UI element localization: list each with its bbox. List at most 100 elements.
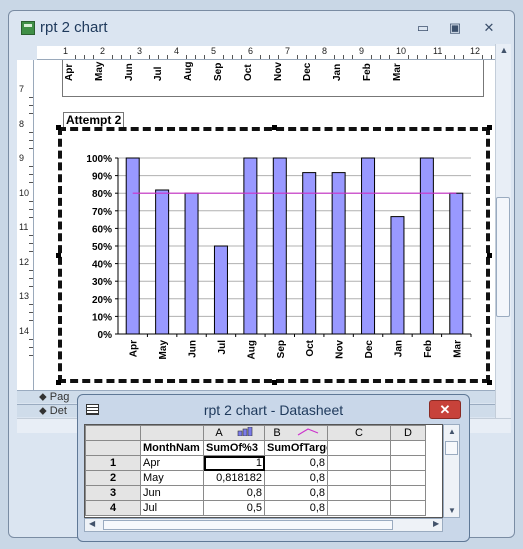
- scrollbar-thumb[interactable]: [103, 520, 393, 530]
- scroll-left-icon[interactable]: ◀: [89, 519, 95, 528]
- top-chart-month-label: Feb: [362, 63, 373, 81]
- table-cell[interactable]: 0,8: [264, 470, 328, 486]
- resize-handle[interactable]: [487, 253, 492, 258]
- corner-cell[interactable]: [85, 425, 141, 441]
- resize-handle[interactable]: [56, 125, 61, 130]
- datasheet-vertical-scrollbar[interactable]: ▲ ▼: [443, 424, 460, 518]
- table-cell[interactable]: Apr: [140, 455, 204, 471]
- ruler-tick: [29, 131, 33, 133]
- field-name-cell[interactable]: SumOfTarget: [264, 440, 328, 456]
- y-tick-label: 40%: [92, 260, 112, 271]
- column-header-b[interactable]: B: [264, 425, 328, 441]
- table-cell[interactable]: Jun: [140, 485, 204, 501]
- chart-control-selected[interactable]: 0% 10% 20% 30% 40% 50% 60% 70% 80% 90% 100% Apr May J…: [58, 127, 490, 383]
- table-cell[interactable]: [327, 485, 391, 501]
- scroll-up-icon[interactable]: ▲: [496, 45, 512, 55]
- datasheet-grid[interactable]: ABCDMonthNamSumOf%3SumOfTarget1Apr10,82M…: [84, 424, 443, 518]
- column-header-blank[interactable]: [140, 425, 204, 441]
- resize-handle[interactable]: [487, 125, 492, 130]
- table-cell[interactable]: [327, 455, 391, 471]
- table-cell[interactable]: 0,818182: [203, 470, 265, 486]
- top-chart-month-label: Apr: [64, 63, 75, 81]
- resize-handle[interactable]: [272, 380, 277, 385]
- ruler-tick: [204, 55, 205, 59]
- scrollbar-thumb[interactable]: [445, 441, 458, 455]
- resize-handle[interactable]: [487, 380, 492, 385]
- row-header[interactable]: 4: [85, 500, 141, 516]
- row-header-blank[interactable]: [85, 440, 141, 456]
- scrollbar-thumb[interactable]: [496, 197, 510, 317]
- table-cell[interactable]: [390, 455, 426, 471]
- ruler-tick: [29, 354, 33, 356]
- ruler-number: 9: [19, 153, 25, 163]
- datasheet-horizontal-scrollbar[interactable]: ◀ ▶: [84, 518, 443, 532]
- datasheet-close-button[interactable]: ✕: [429, 400, 461, 419]
- table-cell[interactable]: 0,5: [203, 500, 265, 516]
- ruler-tick: [149, 55, 150, 59]
- field-name-cell[interactable]: [327, 440, 391, 456]
- bar-series-icon: [237, 426, 253, 439]
- x-tick-label: Aug: [246, 340, 257, 359]
- row-header[interactable]: 2: [85, 470, 141, 486]
- ruler-tick: [426, 55, 427, 59]
- x-tick-label: Dec: [364, 340, 375, 359]
- table-cell[interactable]: [327, 470, 391, 486]
- resize-handle[interactable]: [56, 253, 61, 258]
- ruler-number: 3: [137, 46, 143, 56]
- bar-chart: 0% 10% 20% 30% 40% 50% 60% 70% 80% 90% 100% Apr May J…: [86, 154, 472, 359]
- close-button[interactable]: ✕: [479, 19, 499, 37]
- field-name-cell[interactable]: [390, 440, 426, 456]
- table-cell[interactable]: Jul: [140, 500, 204, 516]
- scroll-right-icon[interactable]: ▶: [433, 519, 439, 528]
- top-chart-control[interactable]: Apr May Jun Jul Aug Sep Oct Nov Dec Jan Feb Mar: [62, 60, 484, 97]
- ruler-tick: [408, 55, 409, 59]
- field-name-cell[interactable]: MonthNam: [140, 440, 204, 456]
- top-chart-month-label: Nov: [272, 62, 284, 81]
- line-series-icon: [297, 427, 319, 439]
- table-cell[interactable]: [390, 500, 426, 516]
- ruler-tick: [29, 285, 33, 287]
- row-header[interactable]: 3: [85, 485, 141, 501]
- ruler-tick: [29, 304, 33, 305]
- section-arrow-icon: ⬥: [39, 405, 47, 417]
- table-cell[interactable]: [390, 485, 426, 501]
- table-cell[interactable]: 0,8: [203, 485, 265, 501]
- ruler-tick: [491, 55, 492, 59]
- column-header-a[interactable]: A: [203, 425, 265, 441]
- ruler-tick: [29, 97, 33, 98]
- ruler-tick: [260, 55, 261, 59]
- section-label: Pag: [49, 391, 70, 403]
- x-tick-label: Feb: [423, 340, 434, 358]
- ruler-tick: [463, 55, 464, 59]
- ruler-tick: [389, 55, 390, 59]
- field-name-cell[interactable]: SumOf%3: [203, 440, 265, 456]
- column-header-c[interactable]: C: [327, 425, 391, 441]
- ruler-tick: [29, 208, 33, 210]
- table-cell[interactable]: [327, 500, 391, 516]
- table-cell[interactable]: 0,8: [264, 485, 328, 501]
- report-icon: [21, 21, 35, 35]
- table-cell[interactable]: 1: [203, 455, 265, 471]
- ruler-tick: [29, 338, 33, 340]
- bar: [302, 172, 317, 335]
- resize-handle[interactable]: [56, 380, 61, 385]
- restore-button[interactable]: ▣: [445, 19, 465, 37]
- ruler-tick: [417, 55, 418, 59]
- table-cell[interactable]: 0,8: [264, 455, 328, 471]
- ruler-tick: [29, 346, 33, 348]
- column-header-d[interactable]: D: [390, 425, 426, 441]
- x-tick-label: Sep: [276, 340, 287, 358]
- ruler-number: 12: [470, 46, 481, 56]
- scroll-up-icon[interactable]: ▲: [444, 427, 460, 436]
- scroll-down-icon[interactable]: ▼: [444, 506, 460, 515]
- row-header[interactable]: 1: [85, 455, 141, 471]
- minimize-button[interactable]: ▭: [413, 19, 433, 37]
- y-tick-label: 80%: [92, 189, 112, 200]
- resize-handle[interactable]: [272, 125, 277, 130]
- ruler-number: 8: [19, 118, 25, 129]
- table-cell[interactable]: [390, 470, 426, 486]
- table-cell[interactable]: 0,8: [264, 500, 328, 516]
- ruler-tick: [195, 55, 196, 59]
- table-cell[interactable]: May: [140, 470, 204, 486]
- ruler-tick: [112, 55, 113, 59]
